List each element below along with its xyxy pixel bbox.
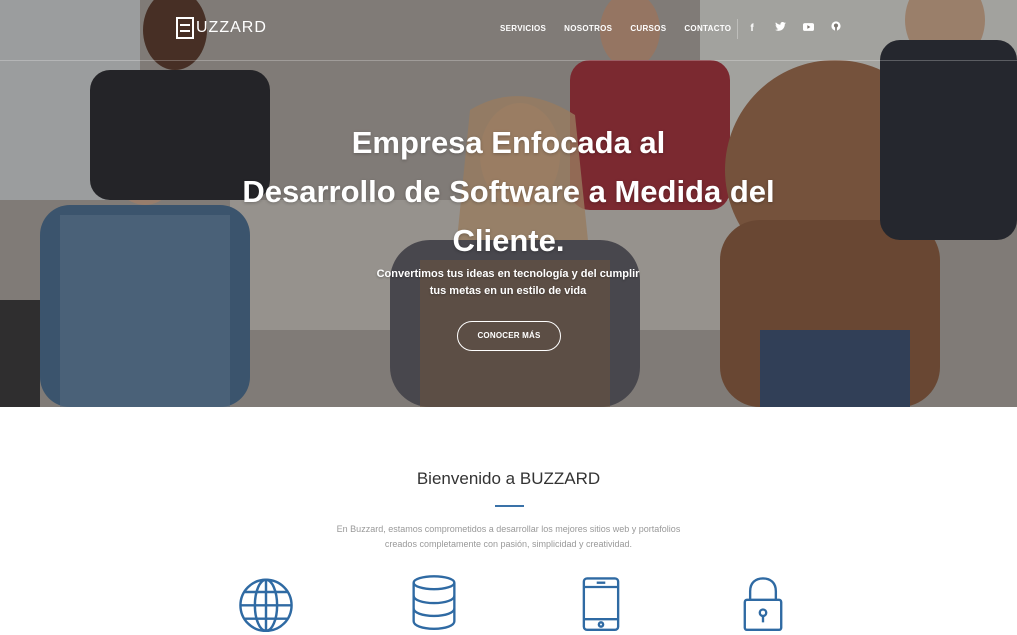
welcome-title: Bienvenido a BUZZARD bbox=[416, 469, 601, 488]
social-links: f bbox=[737, 19, 850, 39]
github-glyph bbox=[831, 21, 841, 31]
navbar: UZZARD SERVICIOS NOSOTROS CURSOS CONTACT… bbox=[0, 0, 1017, 61]
brand-name: UZZARD bbox=[196, 19, 267, 36]
main-menu: SERVICIOS NOSOTROS CURSOS CONTACTO bbox=[500, 24, 749, 33]
nav-item-cursos[interactable]: CURSOS bbox=[630, 24, 666, 33]
conocer-mas-button[interactable]: CONOCER MÁS bbox=[457, 321, 561, 351]
brand-logo[interactable]: UZZARD bbox=[176, 17, 267, 39]
mobile-icon bbox=[582, 577, 620, 632]
twitter-glyph bbox=[774, 22, 786, 31]
nav-item-servicios[interactable]: SERVICIOS bbox=[500, 24, 546, 33]
facebook-icon[interactable]: f bbox=[737, 19, 766, 39]
logo-mark-icon bbox=[176, 17, 194, 39]
title-divider bbox=[495, 505, 524, 507]
youtube-glyph bbox=[802, 23, 814, 31]
twitter-icon[interactable] bbox=[766, 19, 794, 39]
globe-icon bbox=[239, 578, 293, 632]
nav-item-nosotros[interactable]: NOSOTROS bbox=[564, 24, 612, 33]
database-icon bbox=[412, 575, 456, 630]
hero-title: Empresa Enfocada al Desarrollo de Softwa… bbox=[180, 118, 837, 265]
nav-item-contacto[interactable]: CONTACTO bbox=[684, 24, 731, 33]
welcome-description: En Buzzard, estamos comprometidos a desa… bbox=[320, 522, 697, 552]
hero-subtitle-line-2: tus metas en un estilo de vida bbox=[429, 285, 587, 297]
welcome-text-line-1: En Buzzard, estamos comprometidos a desa… bbox=[336, 524, 681, 534]
github-icon[interactable] bbox=[822, 19, 850, 39]
hero-subtitle: Convertimos tus ideas en tecnología y de… bbox=[330, 266, 686, 300]
hero-title-line-1: Empresa Enfocada al bbox=[351, 125, 666, 160]
hero-title-line-2: Desarrollo de Software a Medida del bbox=[242, 174, 775, 209]
youtube-icon[interactable] bbox=[794, 19, 822, 39]
welcome-text-line-2: creados completamente con pasión, simpli… bbox=[384, 539, 633, 549]
hero-subtitle-line-1: Convertimos tus ideas en tecnología y de… bbox=[376, 268, 640, 280]
hero-section: UZZARD SERVICIOS NOSOTROS CURSOS CONTACT… bbox=[0, 0, 1017, 407]
lock-icon bbox=[743, 577, 783, 632]
features-row bbox=[0, 572, 1017, 635]
hero-title-line-3: Cliente. bbox=[452, 223, 565, 258]
